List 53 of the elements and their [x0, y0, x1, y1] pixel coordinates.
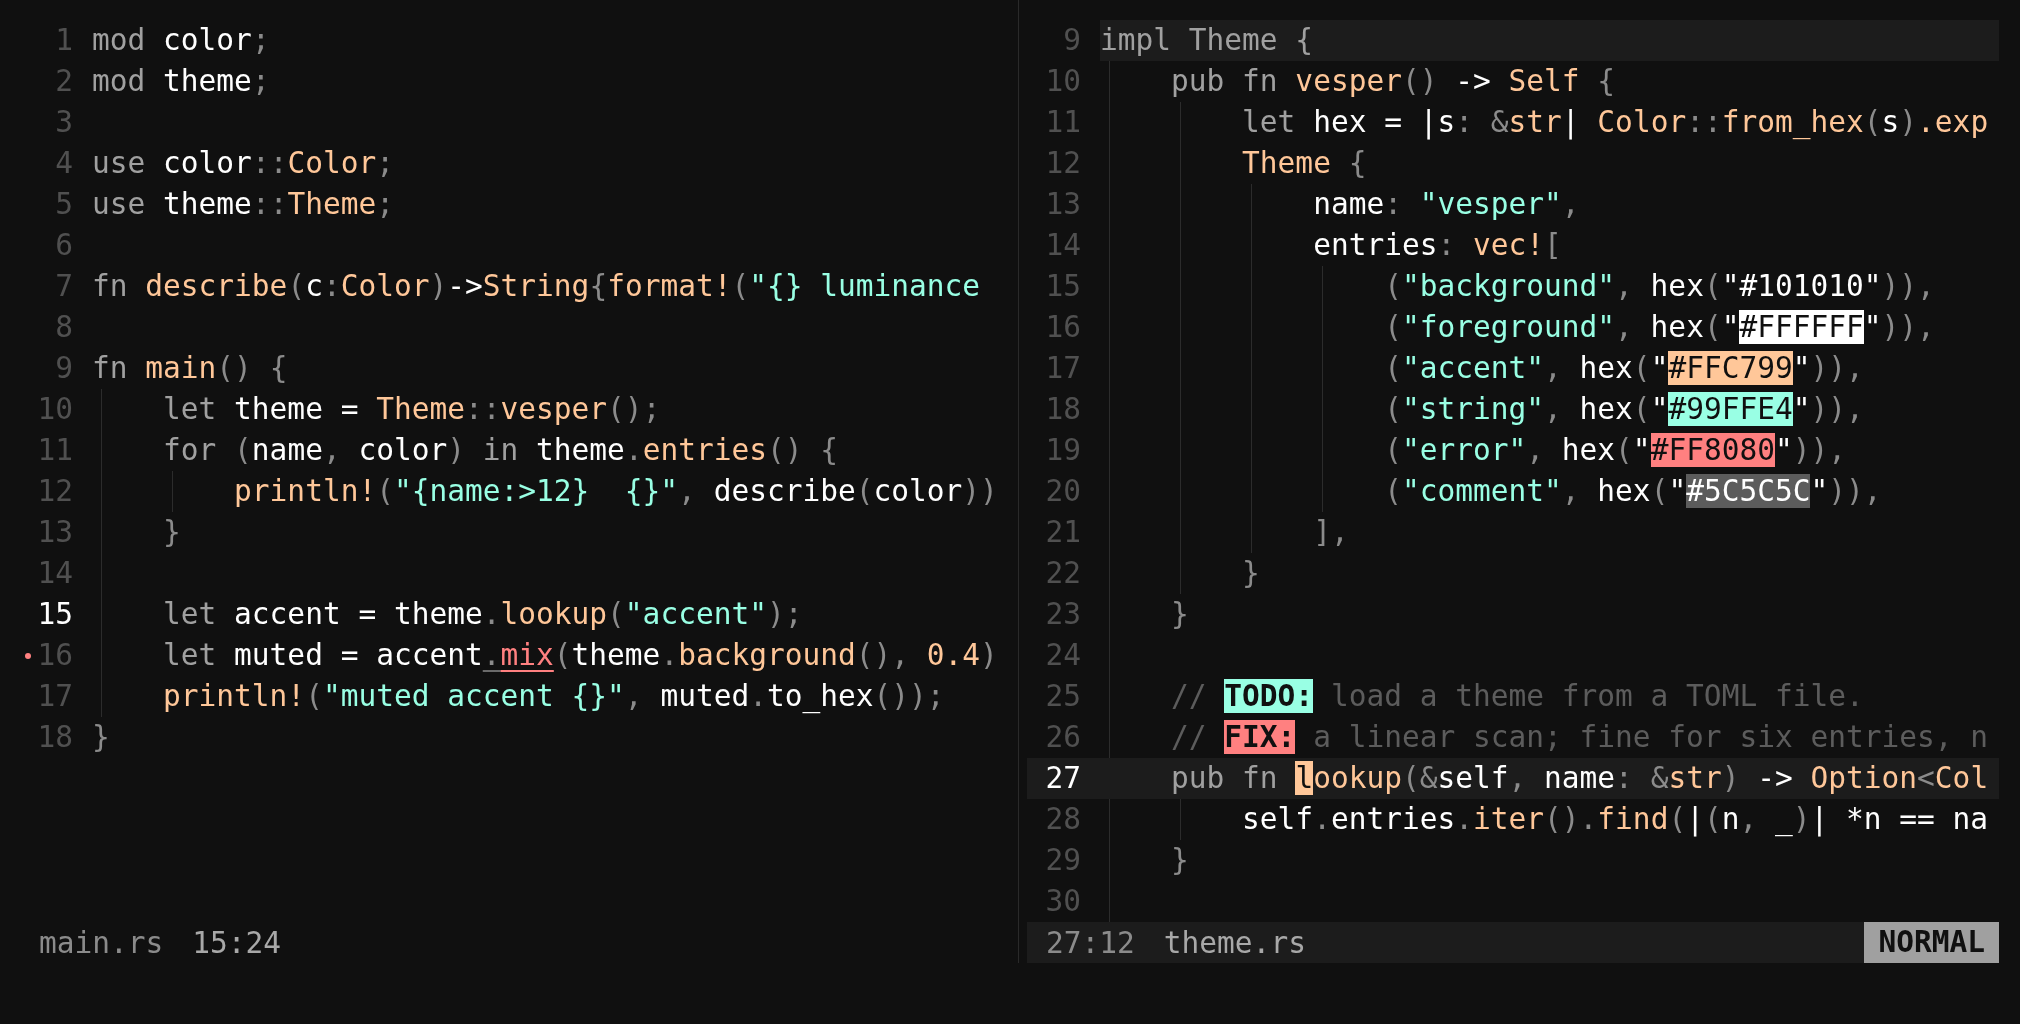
line-number: 21 [1045, 514, 1081, 551]
code-line: use color::Color; [92, 145, 395, 182]
status-text: main.rs [39, 925, 164, 960]
line-number: 10 [1045, 63, 1081, 100]
line-number: 1 [55, 22, 73, 59]
mode-indicator: NORMAL [1864, 922, 1999, 963]
status-text: 15:24 [192, 925, 282, 960]
line-number: 4 [55, 145, 73, 182]
line-number: 13 [1045, 186, 1081, 223]
line-number: 17 [1045, 350, 1081, 387]
line-number: 29 [1045, 842, 1081, 879]
line-number: 11 [1045, 104, 1081, 141]
line-number: 16 [1045, 309, 1081, 346]
line-number: 3 [55, 104, 73, 141]
line-number: 2 [55, 63, 73, 100]
line-number: 15 [1045, 268, 1081, 305]
code-line: mod color; [92, 22, 271, 59]
line-number: 18 [1045, 391, 1081, 428]
line-number: 14 [1045, 227, 1081, 264]
code-line: mod theme; [92, 63, 271, 100]
code-line: fn describe(c:Color)->String{format!("{} luminance [92, 268, 982, 305]
line-number: 22 [1045, 555, 1081, 592]
line-number: 9 [55, 350, 73, 387]
line-number: 20 [1045, 473, 1081, 510]
line-number: 27 [1045, 760, 1081, 797]
line-number: 10 [37, 391, 73, 428]
line-number: 14 [37, 555, 73, 592]
line-number: 12 [37, 473, 73, 510]
line-number: 13 [37, 514, 73, 551]
code-line: pub fn lookup(&self, name: &str) -> Option<Col [1170, 760, 1990, 797]
line-number: 9 [1063, 22, 1081, 59]
line-number: 11 [37, 432, 73, 469]
line-number: 24 [1045, 637, 1081, 674]
line-number: 17 [37, 678, 73, 715]
code-line: } [92, 719, 111, 756]
line-number: 5 [55, 186, 73, 223]
code-line: fn main() { [92, 350, 289, 387]
status-text: theme.rs [1163, 925, 1306, 960]
line-number: 28 [1045, 801, 1081, 838]
status-text: 27:12 [1046, 925, 1135, 960]
line-number: 8 [55, 309, 73, 346]
line-number: 30 [1045, 883, 1081, 920]
line-number: 19 [1045, 432, 1081, 469]
line-number: 26 [1045, 719, 1081, 756]
line-number: 25 [1045, 678, 1081, 715]
line-number: 15 [37, 596, 73, 633]
line-number: 7 [55, 268, 73, 305]
line-number: 16 [37, 637, 73, 674]
line-number: 6 [55, 227, 73, 264]
line-number: 18 [37, 719, 73, 756]
code-line: use theme::Theme; [92, 186, 395, 223]
line-number: 23 [1045, 596, 1081, 633]
line-number: 12 [1045, 145, 1081, 182]
